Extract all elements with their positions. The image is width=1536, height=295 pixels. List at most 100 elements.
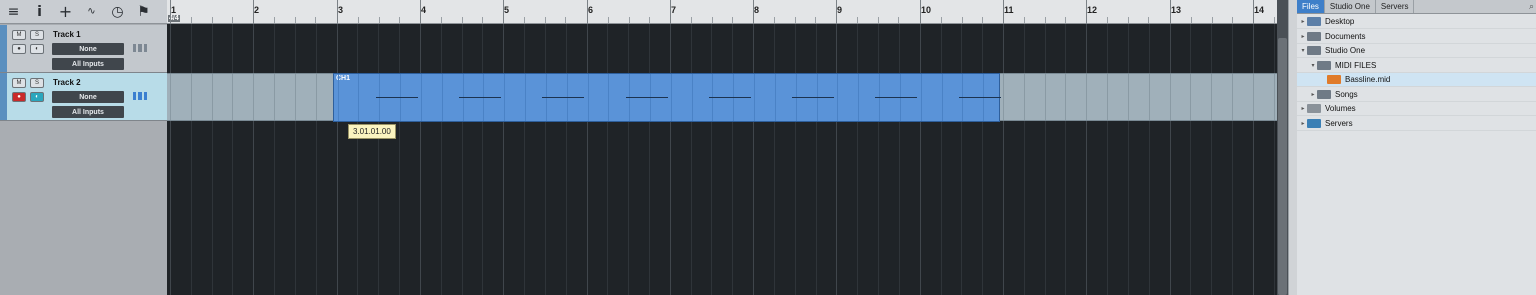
- output-select[interactable]: None: [52, 91, 124, 103]
- browser-item[interactable]: Bassline.mid: [1297, 73, 1536, 87]
- track-header-2[interactable]: M S ● ◐ Track 2 None All Inputs: [0, 73, 167, 121]
- track-header-1[interactable]: M S ● ◐ Track 1 None All Inputs: [0, 25, 167, 73]
- lane-grid-line: [1190, 74, 1191, 120]
- bar-number[interactable]: 3: [338, 5, 343, 15]
- event-grid-line: [421, 74, 422, 121]
- solo-button[interactable]: S: [30, 78, 44, 88]
- search-icon[interactable]: ⌕: [1529, 1, 1534, 12]
- bar-number[interactable]: 6: [588, 5, 593, 15]
- beat-tick: [545, 17, 546, 23]
- beat-tick: [691, 17, 692, 23]
- beat-tick: [1024, 17, 1025, 23]
- input-select[interactable]: All Inputs: [52, 58, 124, 70]
- automation-icon[interactable]: ∿: [82, 3, 101, 21]
- beat-tick: [399, 17, 400, 23]
- grid-line: [878, 24, 879, 295]
- bar-number[interactable]: 8: [754, 5, 759, 15]
- beat-tick: [191, 17, 192, 23]
- bar-number[interactable]: 1: [171, 5, 176, 15]
- clock-icon[interactable]: ◷: [108, 3, 127, 21]
- collapse-arrow-icon[interactable]: ▾: [1299, 47, 1307, 54]
- bar-number[interactable]: 4: [421, 5, 426, 15]
- bar-number[interactable]: 5: [504, 5, 509, 15]
- midi-note: [875, 97, 917, 98]
- browser-item[interactable]: ▸ Servers: [1297, 117, 1536, 131]
- grid-line: [441, 24, 442, 295]
- grid-line: [670, 24, 671, 295]
- grid-line: [524, 24, 525, 295]
- arrange-view[interactable]: CH1 3.01.01.00 4/4 1 2 3 4 5 6 7 8 9 10 11 12 13 14: [167, 0, 1277, 295]
- beat-tick: [732, 17, 733, 23]
- expand-arrow-icon[interactable]: ▸: [1299, 105, 1307, 112]
- tab-studio-one[interactable]: Studio One: [1325, 0, 1376, 13]
- grid-line: [1211, 24, 1212, 295]
- beat-tick: [379, 17, 380, 23]
- track-name[interactable]: Track 1: [53, 30, 81, 39]
- beat-tick: [1107, 17, 1108, 23]
- track-name[interactable]: Track 2: [53, 78, 81, 87]
- expand-arrow-icon[interactable]: ▸: [1299, 120, 1307, 127]
- level-meter: [133, 92, 147, 100]
- bar-number[interactable]: 10: [921, 5, 931, 15]
- add-track-icon[interactable]: +: [56, 2, 75, 21]
- beat-tick: [212, 17, 213, 23]
- bar-number[interactable]: 7: [671, 5, 676, 15]
- bar-number[interactable]: 13: [1171, 5, 1181, 15]
- monitor-button[interactable]: ◐: [30, 44, 44, 54]
- grid-line: [253, 24, 254, 295]
- browser-item[interactable]: ▸ Volumes: [1297, 102, 1536, 116]
- tab-servers[interactable]: Servers: [1376, 0, 1415, 13]
- bar-tick: [836, 0, 837, 24]
- grid-line: [316, 24, 317, 295]
- bar-number[interactable]: 2: [254, 5, 259, 15]
- event-grid-line: [858, 74, 859, 121]
- bar-number[interactable]: 9: [837, 5, 842, 15]
- flag-icon[interactable]: ⚑: [134, 3, 153, 21]
- expand-arrow-icon[interactable]: ▸: [1299, 33, 1307, 40]
- bar-number[interactable]: 14: [1254, 5, 1264, 15]
- drive-icon: [1307, 104, 1321, 113]
- grid-line: [420, 24, 421, 295]
- browser-item[interactable]: ▸ Documents: [1297, 30, 1536, 44]
- solo-button[interactable]: S: [30, 30, 44, 40]
- lane-grid-line: [232, 74, 233, 120]
- lane-grid-line: [1024, 74, 1025, 120]
- track-color-strip: [0, 25, 7, 72]
- info-icon[interactable]: i: [30, 3, 49, 21]
- panel-divider[interactable]: [1288, 0, 1297, 295]
- bar-tick: [1086, 0, 1087, 24]
- tab-files[interactable]: Files: [1297, 0, 1325, 13]
- browser-item-label: MIDI FILES: [1335, 60, 1377, 70]
- grid-line: [295, 24, 296, 295]
- expand-arrow-icon[interactable]: ▸: [1309, 91, 1317, 98]
- browser-item[interactable]: ▸ Desktop: [1297, 15, 1536, 29]
- monitor-button[interactable]: ◐: [30, 92, 44, 102]
- grid-line: [545, 24, 546, 295]
- expand-arrow-icon[interactable]: ▸: [1299, 18, 1307, 25]
- timeline-ruler[interactable]: 4/4 1 2 3 4 5 6 7 8 9 10 11 12 13 14: [167, 0, 1277, 24]
- bar-number[interactable]: 11: [1004, 5, 1014, 15]
- browser-panel: Files Studio One Servers ⌕ ▸ Desktop ▸ Docu…: [1297, 0, 1536, 295]
- lane-grid-line: [1232, 74, 1233, 120]
- grid-line: [691, 24, 692, 295]
- folder-icon: [1317, 89, 1331, 99]
- browser-item[interactable]: ▾ MIDI FILES: [1297, 59, 1536, 73]
- track-color-strip: [0, 73, 7, 120]
- record-arm-button[interactable]: ●: [12, 44, 26, 54]
- menu-icon[interactable]: ≡: [4, 3, 23, 21]
- vertical-scrollbar[interactable]: [1277, 0, 1288, 295]
- midi-event[interactable]: CH1: [333, 73, 1001, 122]
- bar-number[interactable]: 12: [1087, 5, 1097, 15]
- output-select[interactable]: None: [52, 43, 124, 55]
- scrollbar-thumb[interactable]: [1278, 38, 1287, 295]
- grid-line: [1045, 24, 1046, 295]
- mute-button[interactable]: M: [12, 78, 26, 88]
- browser-item[interactable]: ▸ Songs: [1297, 88, 1536, 102]
- collapse-arrow-icon[interactable]: ▾: [1309, 62, 1317, 69]
- browser-item[interactable]: ▾ Studio One: [1297, 44, 1536, 58]
- record-arm-button[interactable]: ●: [12, 92, 26, 102]
- beat-tick: [565, 17, 566, 23]
- beat-tick: [649, 17, 650, 23]
- mute-button[interactable]: M: [12, 30, 26, 40]
- input-select[interactable]: All Inputs: [52, 106, 124, 118]
